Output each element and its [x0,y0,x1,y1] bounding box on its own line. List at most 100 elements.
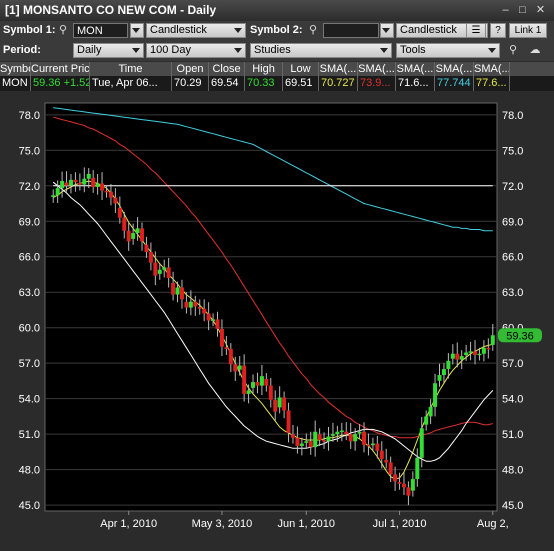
zoom-icon[interactable]: ⚲ [506,43,520,57]
candle-body [104,190,109,193]
x-tick-label: Jul 1, 2010 [373,518,427,530]
period-select[interactable]: Daily [73,43,144,58]
candle-body [353,434,358,442]
candle-body [91,177,96,187]
candle-body [468,351,473,353]
candle-body [188,301,193,308]
chart-panel[interactable]: 78.0 78.0 75.0 75.0 72.0 72.0 69.0 69.0 66.0 66.0… [0,91,554,548]
y-tick-label-left: 45.0 [19,500,40,512]
quote-cell-price: 59.36 +1.52 (... [33,76,90,91]
y-tick-label-right: 51.0 [502,429,523,441]
candle-body [455,353,460,360]
chevron-down-icon [234,48,242,53]
tools-select[interactable]: Tools [396,43,500,58]
candle-body [424,416,429,425]
y-tick-label-left: 69.0 [19,216,40,228]
candle-body [171,282,176,295]
y-tick-label-left: 72.0 [19,181,40,193]
candle-body [282,397,287,411]
quote-cell-sma2: 73.9... [358,76,396,91]
period-label: Period: [3,44,41,56]
candle-body [481,347,486,354]
x-tick-label: Aug 2, [477,518,509,530]
candle-body [148,252,153,263]
candle-body [179,287,184,300]
candle-body [388,462,393,475]
chart-style-select[interactable]: Candlestick [146,23,246,38]
candle-body [375,443,380,451]
chevron-down-icon [380,48,388,53]
candle-body [251,382,256,388]
candle-body [295,437,300,446]
candle-body [286,410,291,433]
symbol1-input[interactable]: MON [73,23,128,38]
candle-body [131,233,136,239]
candle-body [322,440,327,442]
minimize-icon[interactable]: – [499,4,512,16]
search-icon[interactable]: ⚲ [56,23,70,37]
candle-body [308,441,313,448]
candle-body [437,375,442,381]
window-title: [1] MONSANTO CO NEW COM - Daily [5,3,217,17]
candle-body [228,348,233,365]
candle-body [264,379,269,386]
candle-body [268,385,273,400]
close-icon[interactable]: ✕ [534,4,547,16]
candle-body [184,301,189,308]
candle-body [122,217,127,231]
plot-area [44,102,498,512]
window-titlebar[interactable]: [1] MONSANTO CO NEW COM - Daily – □ ✕ [0,0,554,22]
quote-header-cell: SMA(... [396,62,435,76]
chevron-down-icon [132,48,140,53]
candle-body [464,352,469,356]
studies-select[interactable]: Studies [250,43,392,58]
help-button[interactable]: ? [490,23,506,38]
candle-body [304,441,309,443]
candle-body [366,444,371,447]
candle-body [313,431,318,448]
candle-body [255,382,260,386]
list-menu-icon[interactable]: ☰ [466,23,486,38]
chevron-down-icon [488,48,496,53]
y-tick-label-right: 66.0 [502,252,523,264]
candle-body [219,328,224,347]
link-button[interactable]: Link 1 [509,23,547,38]
y-tick-label-left: 78.0 [19,110,40,122]
y-tick-label-right: 69.0 [502,216,523,228]
candle-body [339,430,344,433]
x-tick-label: Apr 1, 2010 [100,518,157,530]
symbol2-input[interactable] [323,23,379,38]
candle-body [60,181,65,189]
studies-value: Studies [254,44,291,56]
candle-body [326,436,331,442]
candle-body [202,308,207,314]
quote-header-cell: Current Price [31,62,90,76]
candle-body [473,351,478,355]
y-tick-label-right: 54.0 [502,394,523,406]
candle-body [490,335,495,345]
quote-header-cell: Close [209,62,245,76]
chat-icon[interactable]: ☁ [528,43,542,57]
range-select[interactable]: 100 Day [146,43,246,58]
symbol1-dropdown[interactable] [130,23,144,38]
candle-body [140,228,145,242]
price-chart[interactable]: 78.0 78.0 75.0 75.0 72.0 72.0 69.0 69.0 66.0 66.0… [0,91,554,548]
maximize-icon[interactable]: □ [516,4,529,16]
symbol2-label: Symbol 2: [250,24,303,36]
candle-body [384,460,389,463]
quote-cell-sma3: 71.6... [396,76,435,91]
quote-cell-low: 69.51 [283,76,319,91]
y-tick-label-left: 66.0 [19,252,40,264]
quote-cell-sma5: 77.6... [474,76,510,91]
candle-body [477,353,482,356]
candle-body [459,356,464,360]
candle-body [348,434,353,442]
y-tick-label-right: 63.0 [502,287,523,299]
symbol2-dropdown[interactable] [380,23,394,38]
chevron-down-icon [132,28,140,33]
candle-body [397,482,402,484]
range-value: 100 Day [150,44,191,56]
candle-body [157,269,162,274]
candle-body [379,450,384,459]
search-icon[interactable]: ⚲ [306,23,320,37]
